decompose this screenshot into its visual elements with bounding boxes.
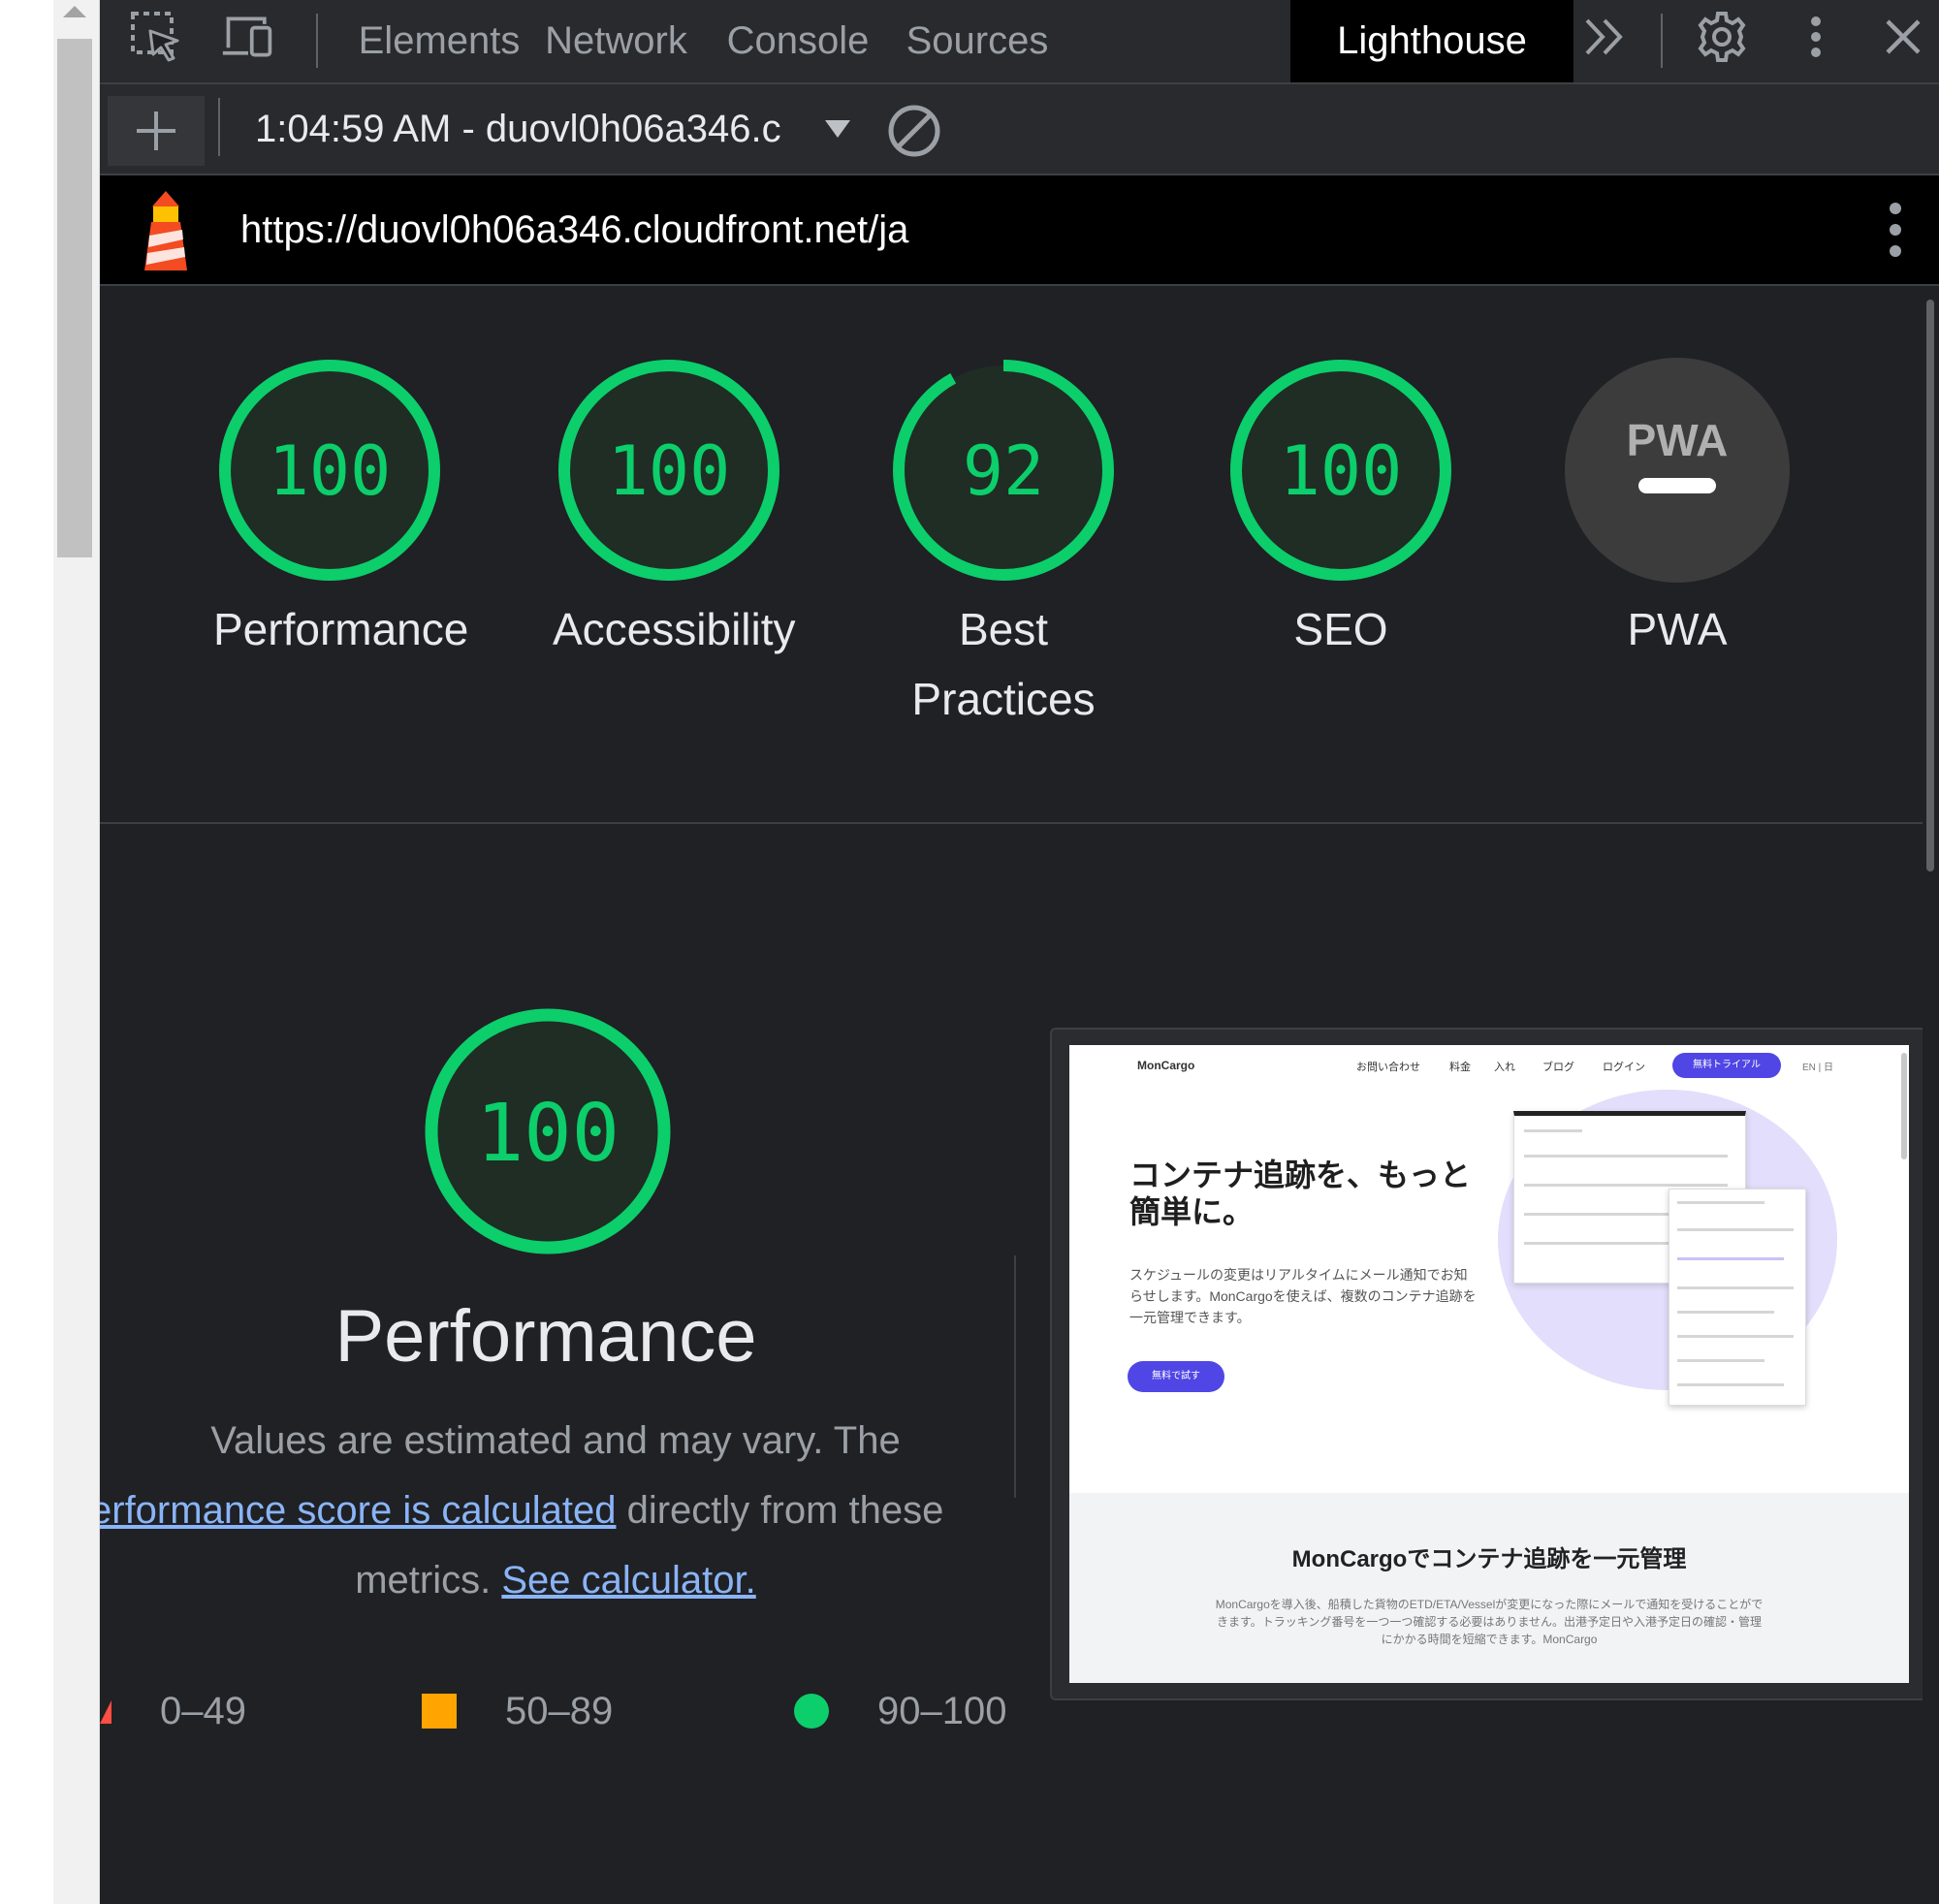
- tab-sources[interactable]: Sources: [890, 0, 1065, 82]
- performance-description-line1: Values are estimated and may vary. The: [210, 1419, 901, 1462]
- tab-lighthouse[interactable]: Lighthouse: [1290, 0, 1573, 82]
- report-scrollbar[interactable]: [1923, 286, 1939, 1904]
- performance-description-line3: metrics. See calculator.: [100, 1545, 1011, 1615]
- score-value: 100: [269, 431, 391, 511]
- gauge-performance[interactable]: 100 Performance: [213, 354, 469, 664]
- score-ring: 92: [893, 360, 1114, 581]
- performance-title: Performance: [334, 1295, 757, 1378]
- report-menu-icon[interactable]: [1881, 199, 1910, 261]
- score-ring: 100: [558, 360, 779, 581]
- screenshot-nav-item: 料金: [1449, 1062, 1471, 1073]
- divider: [100, 822, 1923, 824]
- screenshot-nav-item: ログイン: [1603, 1062, 1645, 1073]
- see-calculator-link[interactable]: See calculator.: [501, 1559, 755, 1602]
- lighthouse-logo-icon: [144, 191, 187, 270]
- screenshot-nav-item: ブログ: [1542, 1062, 1574, 1073]
- more-tabs-icon[interactable]: [1578, 10, 1633, 64]
- legend-range: 0–49: [160, 1689, 246, 1732]
- legend-fail: 0–49: [100, 1682, 246, 1740]
- description-text: directly from these: [616, 1489, 944, 1532]
- gauge-label: Performance: [213, 604, 469, 654]
- close-icon[interactable]: [1876, 10, 1930, 64]
- tab-elements[interactable]: Elements: [352, 0, 526, 82]
- screenshot-section-title: MonCargoでコンテナ追跡を一元管理: [1291, 1546, 1687, 1572]
- device-toolbar-icon[interactable]: [221, 10, 275, 64]
- performance-description-line2: erformance score is calculated directly …: [100, 1476, 1021, 1545]
- description-text: metrics.: [355, 1559, 502, 1602]
- screenshot-cta: 無料トライアル: [1672, 1053, 1781, 1078]
- gauge-label: Best Practices: [911, 604, 1096, 724]
- gauge-pwa[interactable]: PWA PWA: [1561, 354, 1794, 664]
- lighthouse-report: 100 Performance 100 Accessibility 92 Bes…: [100, 286, 1923, 1904]
- performance-score-gauge: 100: [425, 1008, 671, 1254]
- pwa-badge: PWA: [1565, 358, 1790, 583]
- score-ring: 100: [219, 360, 440, 581]
- gauge-accessibility[interactable]: 100 Accessibility: [553, 354, 796, 664]
- gauge-best-practices[interactable]: 92 Best Practices: [887, 354, 1120, 734]
- legend-average: 50–89: [422, 1682, 613, 1740]
- pwa-badge-text: PWA: [1627, 415, 1729, 465]
- devtools-panel: Elements Network Console Sources Lightho…: [100, 0, 1939, 1904]
- tab-network[interactable]: Network: [531, 0, 701, 82]
- clear-icon[interactable]: [885, 102, 943, 160]
- report-select-label: 1:04:59 AM - duovl0h06a346.c: [255, 107, 781, 150]
- pass-circle-icon: [794, 1694, 829, 1729]
- tab-console[interactable]: Console: [711, 0, 885, 82]
- inspect-element-icon[interactable]: [129, 10, 183, 64]
- vertical-divider: [1014, 1255, 1016, 1498]
- report-select[interactable]: 1:04:59 AM - duovl0h06a346.c: [255, 84, 875, 174]
- settings-gear-icon[interactable]: [1695, 10, 1749, 64]
- screenshot-lang: EN | 日: [1802, 1063, 1834, 1073]
- kebab-menu-icon[interactable]: [1789, 10, 1843, 64]
- score-legend: 0–49 50–89 90–100: [100, 1682, 1031, 1740]
- screenshot-hero-button: 無料で試す: [1128, 1361, 1224, 1392]
- gauge-label: SEO: [1293, 604, 1388, 654]
- page-margin: [0, 0, 53, 1904]
- legend-range: 50–89: [505, 1689, 614, 1732]
- screenshot-headline: コンテナ追跡を、もっと簡単に。: [1129, 1158, 1472, 1229]
- page-scrollbar-thumb[interactable]: [57, 39, 92, 557]
- screenshot-section-text: MonCargoを導入後、船積した貨物のETD/ETA/Vesselが変更になっ…: [1215, 1598, 1764, 1646]
- fail-triangle-icon: [100, 1700, 111, 1724]
- new-report-button[interactable]: [108, 96, 205, 166]
- plus-icon: [137, 111, 175, 150]
- screenshot-section: [1069, 1493, 1909, 1683]
- screenshot-nav-item: お問い合わせ: [1356, 1062, 1420, 1073]
- gauge-label: Accessibility: [553, 604, 796, 654]
- dropdown-caret-icon: [825, 120, 850, 138]
- toolbar-separator: [316, 14, 318, 68]
- performance-score-value: 100: [476, 1088, 620, 1180]
- final-screenshot: MonCargo お問い合わせ 料金 入れ ブログ ログイン 無料トライアル E…: [1069, 1045, 1909, 1683]
- report-url: https://duovl0h06a346.cloudfront.net/ja: [240, 208, 909, 251]
- score-value: 92: [963, 431, 1044, 511]
- toolbar-separator: [218, 98, 220, 156]
- devtools-tabbar: Elements Network Console Sources Lightho…: [100, 0, 1939, 84]
- screenshot-nav: MonCargo お問い合わせ 料金 入れ ブログ ログイン 無料トライアル E…: [1069, 1045, 1909, 1090]
- scroll-up-arrow-icon[interactable]: [63, 6, 86, 17]
- lighthouse-toolbar: 1:04:59 AM - duovl0h06a346.c: [100, 84, 1939, 175]
- screenshot-subtext: スケジュールの変更はリアルタイムにメール通知でお知らせします。MonCargoを…: [1129, 1267, 1477, 1325]
- screenshot-scrollbar: [1901, 1053, 1907, 1159]
- legend-pass: 90–100: [794, 1682, 1006, 1740]
- score-ring: 100: [1230, 360, 1451, 581]
- screenshot-nav-item: 入れ: [1494, 1062, 1515, 1073]
- average-square-icon: [422, 1694, 457, 1729]
- final-screenshot-frame[interactable]: MonCargo お問い合わせ 料金 入れ ブログ ログイン 無料トライアル E…: [1050, 1028, 1923, 1700]
- score-value: 100: [608, 431, 730, 511]
- screenshot-logo: MonCargo: [1137, 1059, 1195, 1072]
- pwa-dash-icon: [1638, 478, 1716, 493]
- toolbar-separator: [1661, 14, 1663, 68]
- report-scrollbar-thumb[interactable]: [1926, 300, 1934, 872]
- score-calculation-link[interactable]: erformance score is calculated: [100, 1489, 616, 1532]
- page-scrollbar[interactable]: [53, 0, 100, 1904]
- gauge-label: PWA: [1627, 604, 1728, 654]
- legend-range: 90–100: [877, 1689, 1007, 1732]
- gauge-seo[interactable]: 100 SEO: [1224, 354, 1457, 664]
- screenshot-mock-card: [1669, 1189, 1806, 1406]
- score-value: 100: [1280, 431, 1402, 511]
- report-url-bar: https://duovl0h06a346.cloudfront.net/ja: [100, 175, 1939, 286]
